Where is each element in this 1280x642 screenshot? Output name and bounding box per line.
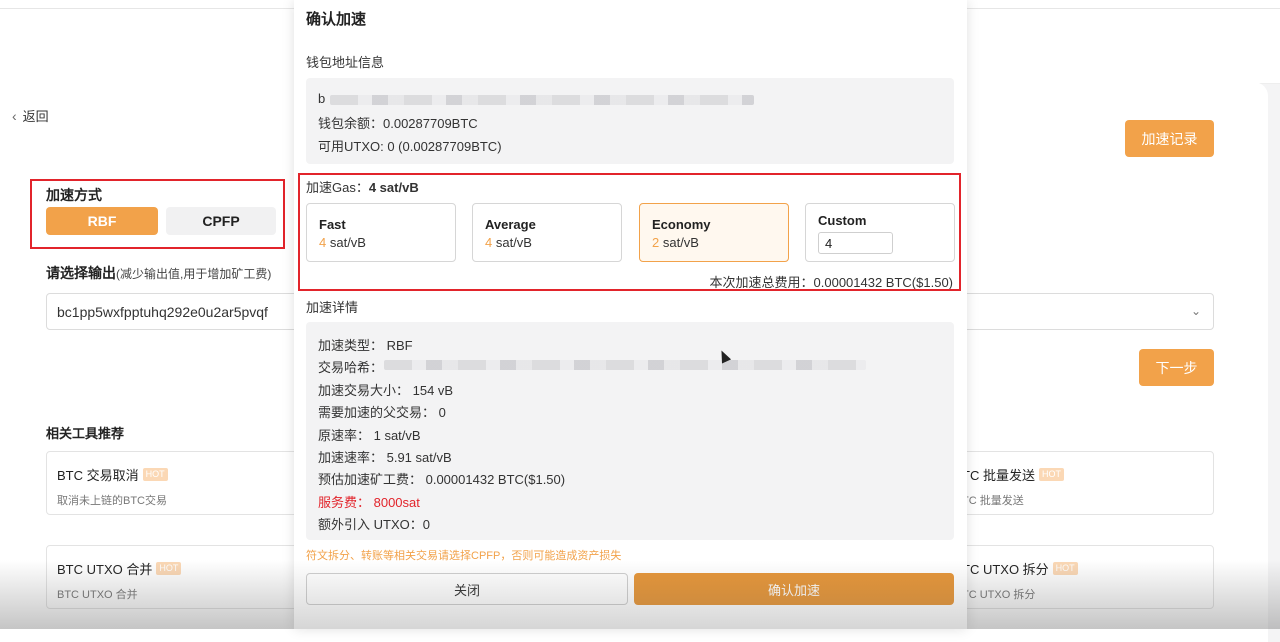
hot-badge: HOT [142, 468, 168, 481]
wallet-info-box: b 钱包余额：0.00287709BTC 可用UTXO: 0 (0.002877… [306, 78, 954, 164]
confirm-accel-button[interactable]: 确认加速 [634, 573, 954, 605]
details-box: 加速类型： RBF 交易哈希： 加速交易大小： 154 vB 需要加速的父交易：… [306, 322, 954, 540]
tool-sub: TC 批量发送 [962, 495, 1024, 507]
tool-card-batch-send[interactable]: TC 批量发送 HOT TC 批量发送 [955, 451, 1214, 515]
hot-badge: HOT [156, 562, 182, 575]
choose-output-hint: (减少输出值,用于增加矿工费) [116, 267, 272, 281]
modal-title: 确认加速 [306, 11, 367, 28]
tools-title: 相关工具推荐 [46, 426, 125, 441]
detail-extra-utxo: 额外引入 UTXO：0 [318, 517, 430, 532]
choose-output-title: 请选择输出 [46, 265, 116, 281]
chevron-left-icon: ‹ [12, 107, 17, 124]
available-utxo: 可用UTXO: 0 (0.00287709BTC) [318, 139, 502, 154]
wallet-address-prefix: b [318, 91, 326, 106]
hot-badge: HOT [1038, 468, 1064, 481]
accel-record-button[interactable]: 加速记录 [1125, 120, 1214, 157]
tool-sub: BTC UTXO 合并 [57, 589, 138, 601]
tool-card-btc-utxo-merge[interactable]: BTC UTXO 合并 HOT BTC UTXO 合并 [46, 545, 306, 609]
tool-card-btc-cancel[interactable]: BTC 交易取消 HOT 取消未上链的BTC交易 [46, 451, 306, 515]
detail-size: 加速交易大小： 154 vB [318, 383, 454, 398]
detail-type: 加速类型： RBF [318, 338, 413, 353]
next-step-button[interactable]: 下一步 [1139, 349, 1214, 386]
tool-title: TC 批量发送 HOT [962, 465, 1064, 484]
tool-title-text: TC 批量发送 [962, 468, 1035, 483]
chevron-down-icon: ⌄ [1190, 304, 1201, 318]
tool-title-text: TC UTXO 拆分 [962, 562, 1049, 577]
detail-parent: 需要加速的父交易： 0 [318, 405, 446, 420]
confirm-accel-modal: 确认加速 钱包地址信息 b 钱包余额：0.00287709BTC 可用UTXO:… [294, 0, 967, 629]
detail-orig-rate: 原速率： 1 sat/vB [318, 428, 421, 443]
tx-hash-redacted [384, 360, 866, 370]
back-label: 返回 [22, 109, 49, 124]
tool-card-utxo-split[interactable]: TC UTXO 拆分 HOT TC UTXO 拆分 [955, 545, 1214, 609]
tool-title: BTC UTXO 合并 HOT [57, 559, 182, 578]
cpfp-warning: 符文拆分、转账等相关交易请选择CPFP，否则可能造成资产损失 [306, 550, 622, 562]
wallet-balance: 钱包余额：0.00287709BTC [318, 116, 478, 131]
output-select-value: bc1pp5wxfpptuhq292e0u2ar5pvqf [57, 304, 268, 320]
back-button[interactable]: ‹ 返回 [12, 106, 49, 125]
hot-badge: HOT [1052, 562, 1078, 575]
annotation-box-method [30, 179, 285, 249]
tool-title-text: BTC UTXO 合并 [57, 562, 153, 577]
detail-service-fee: 服务费： 8000sat [318, 495, 420, 510]
detail-new-rate: 加速速率： 5.91 sat/vB [318, 450, 452, 465]
wallet-address-redacted [330, 95, 754, 105]
wallet-info-label: 钱包地址信息 [306, 55, 385, 70]
tool-sub: TC UTXO 拆分 [962, 589, 1036, 601]
tool-title: BTC 交易取消 HOT [57, 465, 168, 484]
details-label: 加速详情 [306, 300, 359, 315]
detail-est-fee: 预估加速矿工费： 0.00001432 BTC($1.50) [318, 472, 566, 487]
detail-hash-label: 交易哈希： [318, 360, 384, 375]
choose-output-label: 请选择输出(减少输出值,用于增加矿工费) [46, 263, 271, 283]
close-button[interactable]: 关闭 [306, 573, 628, 605]
tool-title: TC UTXO 拆分 HOT [962, 559, 1078, 578]
tool-title-text: BTC 交易取消 [57, 468, 139, 483]
tool-sub: 取消未上链的BTC交易 [57, 495, 167, 507]
annotation-box-gas [298, 173, 961, 291]
